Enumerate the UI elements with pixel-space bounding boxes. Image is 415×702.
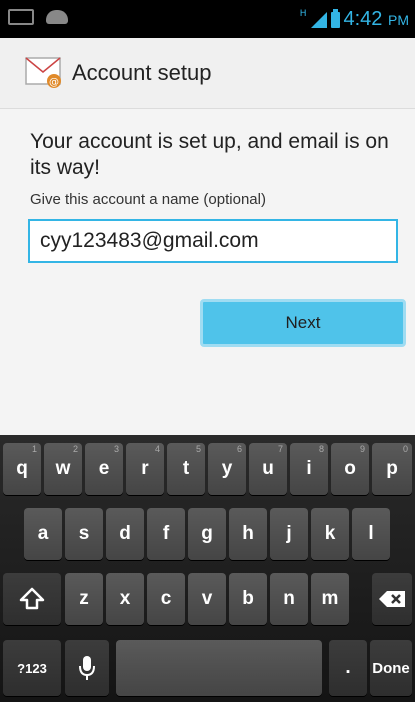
key-y[interactable]: 6y [208,443,246,495]
key-hint: 2 [72,444,78,454]
symbols-key[interactable]: ?123 [3,640,61,696]
key-label: o [344,458,356,479]
action-bar: @ Account setup [0,38,415,109]
key-x[interactable]: x [106,573,144,625]
microphone-icon [79,656,95,680]
soft-keyboard: 1q 2w 3e 4r 5t 6y 7u 8i 9o 0p a s d f g … [0,435,415,702]
shift-icon [19,587,45,610]
key-r[interactable]: 4r [126,443,164,495]
email-app-icon[interactable]: @ [24,54,64,90]
key-m[interactable]: m [311,573,349,625]
clock-time: 4:42 [343,8,383,30]
key-n[interactable]: n [270,573,308,625]
key-l[interactable]: l [352,508,390,560]
key-h[interactable]: h [229,508,267,560]
battery-icon [330,8,340,28]
key-hint: 7 [277,444,283,454]
mic-key[interactable] [65,640,109,696]
key-v[interactable]: v [188,573,226,625]
key-a[interactable]: a [24,508,62,560]
period-key[interactable]: . [329,640,367,696]
key-j[interactable]: j [270,508,308,560]
clock: 4:42 PM [344,8,410,31]
key-p[interactable]: 0p [372,443,412,495]
key-hint: 9 [359,444,365,454]
key-label: r [141,458,149,479]
keyboard-icon [8,9,34,25]
key-label: p [386,458,398,479]
key-label: y [221,458,233,479]
key-q[interactable]: 1q [3,443,41,495]
backspace-key[interactable] [372,573,412,625]
key-b[interactable]: b [229,573,267,625]
backspace-icon [379,591,405,607]
key-w[interactable]: 2w [44,443,82,495]
account-name-label: Give this account a name (optional) [30,191,266,208]
key-c[interactable]: c [147,573,185,625]
clock-ampm: PM [388,12,409,28]
network-type: H [299,8,307,19]
svg-text:@: @ [49,77,59,88]
key-hint: 1 [31,444,37,454]
account-name-field[interactable]: cyy123483@gmail.com [28,219,398,263]
key-d[interactable]: d [106,508,144,560]
key-hint: 6 [236,444,242,454]
done-key[interactable]: Done [370,640,412,696]
key-hint: 5 [195,444,201,454]
key-z[interactable]: z [65,573,103,625]
android-icon [46,10,68,24]
key-hint: 8 [318,444,324,454]
key-i[interactable]: 8i [290,443,328,495]
key-label: i [306,458,312,479]
next-button[interactable]: Next [200,299,406,347]
key-f[interactable]: f [147,508,185,560]
status-bar: H 4:42 PM [0,0,415,38]
key-label: e [98,458,110,479]
signal-icon [310,11,327,28]
account-setup-content: Your account is set up, and email is on … [0,109,415,435]
key-k[interactable]: k [311,508,349,560]
key-t[interactable]: 5t [167,443,205,495]
key-u[interactable]: 7u [249,443,287,495]
key-label: q [16,458,28,479]
shift-key[interactable] [3,573,61,625]
page-title: Account setup [72,60,212,85]
space-key[interactable] [116,640,322,696]
key-e[interactable]: 3e [85,443,123,495]
key-hint: 3 [113,444,119,454]
key-label: w [55,458,71,479]
key-g[interactable]: g [188,508,226,560]
key-label: t [182,458,190,479]
key-hint: 0 [402,444,408,454]
key-s[interactable]: s [65,508,103,560]
key-hint: 4 [154,444,160,454]
setup-complete-message: Your account is set up, and email is on … [30,130,389,179]
key-label: u [262,458,274,479]
key-o[interactable]: 9o [331,443,369,495]
